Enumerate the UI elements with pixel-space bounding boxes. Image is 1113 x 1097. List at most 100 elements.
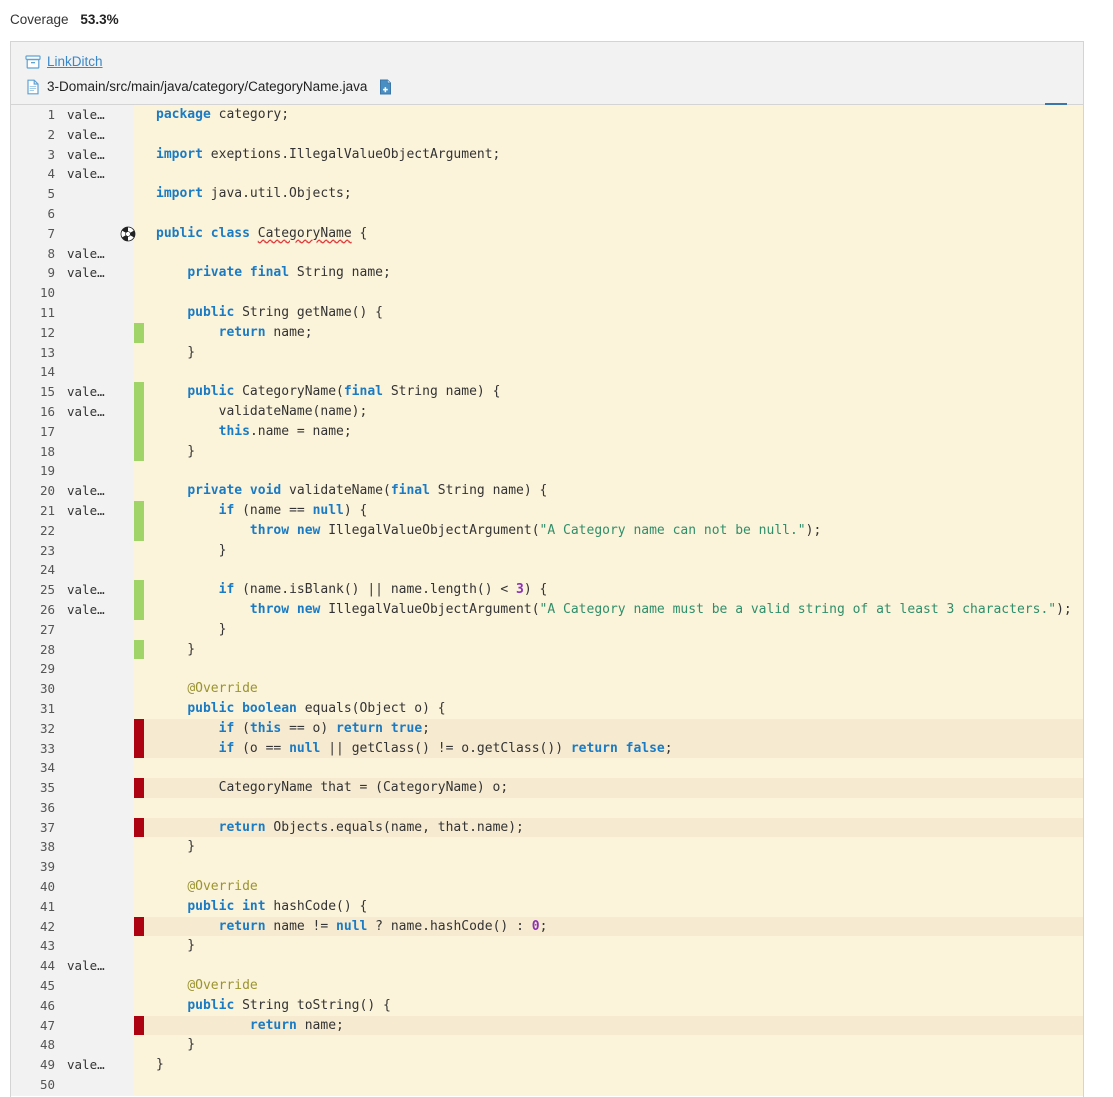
code-token: .name = name; — [249, 423, 352, 439]
code-line-text: return name; — [144, 1016, 1083, 1036]
blame-author[interactable]: vale… — [67, 244, 105, 264]
repo-link[interactable]: LinkDitch — [47, 54, 103, 69]
code-token: name != — [265, 918, 337, 934]
line-gutter: 19 — [11, 461, 134, 482]
coverage-marker-none — [134, 560, 144, 580]
code-line[interactable]: 26 vale… throw new IllegalValueObjectArgu… — [11, 599, 1083, 620]
blame-author[interactable]: vale… — [67, 382, 105, 402]
blame-author[interactable]: vale… — [67, 501, 105, 521]
code-line[interactable]: 50 — [11, 1075, 1083, 1095]
code-line-text: package category; — [144, 105, 1083, 125]
blame-author[interactable]: vale… — [67, 956, 105, 976]
blame-author[interactable]: vale… — [67, 1055, 105, 1075]
code-line[interactable]: 27 } — [11, 619, 1083, 640]
code-line-text: } — [144, 442, 1083, 462]
code-line[interactable]: 47 return name; — [11, 1015, 1083, 1036]
code-line[interactable]: 11 public String getName() { — [11, 302, 1083, 323]
code-line[interactable]: 32 if (this == o) return true; — [11, 718, 1083, 739]
line-number: 31 — [39, 700, 55, 716]
code-line[interactable]: 8 vale… — [11, 243, 1083, 264]
code-line[interactable]: 41 public int hashCode() { — [11, 896, 1083, 917]
blame-author[interactable]: vale… — [67, 402, 105, 422]
code-line[interactable]: 20 vale… private void validateName(final … — [11, 481, 1083, 501]
code-line[interactable]: 19 — [11, 461, 1083, 482]
blame-author[interactable]: vale… — [67, 263, 105, 283]
code-token: package — [156, 107, 211, 122]
code-token: String toString() { — [234, 997, 391, 1013]
line-number: 35 — [39, 780, 55, 796]
code-token: CategoryName that = (CategoryName) o; — [156, 780, 509, 796]
blame-author[interactable]: vale… — [67, 600, 105, 620]
code-line[interactable]: 31 public boolean equals(Object o) { — [11, 698, 1083, 719]
blame-author[interactable]: vale… — [67, 105, 105, 125]
code-line-text — [144, 362, 1083, 382]
code-line[interactable]: 30 @Override — [11, 679, 1083, 699]
code-line[interactable]: 48 } — [11, 1035, 1083, 1056]
code-line[interactable]: 34 — [11, 758, 1083, 779]
blame-author[interactable]: vale… — [67, 580, 105, 600]
code-line-text: public CategoryName(final String name) { — [144, 382, 1083, 402]
blame-author[interactable]: vale… — [67, 145, 105, 165]
code-token: name; — [265, 324, 313, 340]
coverage-marker-none — [134, 679, 144, 699]
code-line[interactable]: 10 — [11, 283, 1083, 303]
covered-line-marker — [134, 421, 144, 442]
code-line-text — [144, 798, 1083, 818]
code-line[interactable]: 18 } — [11, 441, 1083, 462]
code-line[interactable]: 7 public class CategoryName { — [11, 223, 1083, 244]
covered-line-marker — [134, 500, 144, 521]
code-line[interactable]: 5 import java.util.Objects; — [11, 184, 1083, 204]
code-line[interactable]: 9 vale… private final String name; — [11, 263, 1083, 284]
code-line[interactable]: 12 return name; — [11, 322, 1083, 343]
code-line[interactable]: 15 vale… public CategoryName(final String… — [11, 382, 1083, 402]
line-gutter: 33 — [11, 738, 134, 759]
code-line[interactable]: 21 vale… if (name == null) { — [11, 500, 1083, 521]
line-gutter: 24 — [11, 560, 134, 581]
code-line[interactable]: 13 } — [11, 342, 1083, 363]
code-line[interactable]: 6 — [11, 203, 1083, 224]
code-line[interactable]: 22 throw new IllegalValueObjectArgument(… — [11, 520, 1083, 541]
code-line[interactable]: 25 vale… if (name.isBlank() || name.lengt… — [11, 580, 1083, 600]
blame-author[interactable]: vale… — [67, 125, 105, 145]
code-line[interactable]: 16 vale… validateName(name); — [11, 401, 1083, 422]
line-number: 6 — [47, 205, 55, 221]
code-line[interactable]: 40 @Override — [11, 877, 1083, 897]
copy-file-icon[interactable] — [379, 79, 393, 95]
code-token: hashCode() { — [265, 898, 368, 914]
blame-author[interactable]: vale… — [67, 481, 105, 501]
code-line[interactable]: 28 } — [11, 639, 1083, 660]
code-token: final — [343, 384, 383, 400]
code-line[interactable]: 39 — [11, 857, 1083, 878]
code-line[interactable]: 24 — [11, 560, 1083, 581]
coverage-marker-none — [134, 699, 144, 719]
code-token: return false — [570, 740, 665, 756]
code-line[interactable]: 36 — [11, 797, 1083, 818]
code-line[interactable]: 2 vale… — [11, 124, 1083, 145]
code-token: ) { — [343, 502, 368, 518]
code-line[interactable]: 35 CategoryName that = (CategoryName) o; — [11, 778, 1083, 798]
code-line[interactable]: 44 vale… — [11, 956, 1083, 977]
code-line[interactable]: 38 } — [11, 837, 1083, 858]
code-line[interactable]: 4 vale… — [11, 164, 1083, 185]
blame-author[interactable]: vale… — [67, 164, 105, 184]
code-viewer[interactable]: 1 vale… package category; 2 vale… 3 vale… impor… — [11, 105, 1083, 1096]
code-line[interactable]: 14 — [11, 362, 1083, 383]
code-line[interactable]: 43 } — [11, 936, 1083, 957]
code-line[interactable]: 23 } — [11, 540, 1083, 561]
mutation-coverage-icon[interactable] — [120, 226, 136, 242]
coverage-marker-none — [134, 362, 144, 382]
code-token: } — [156, 839, 196, 855]
code-line[interactable]: 45 @Override — [11, 976, 1083, 996]
code-line[interactable]: 3 vale… import exeptions.IllegalValueObjec… — [11, 144, 1083, 165]
coverage-marker-none — [134, 204, 144, 224]
code-line[interactable]: 1 vale… package category; — [11, 105, 1083, 125]
code-line[interactable]: 49 vale…} — [11, 1055, 1083, 1076]
code-line[interactable]: 17 this.name = name; — [11, 421, 1083, 442]
code-line[interactable]: 42 return name != null ? name.hashCode()… — [11, 916, 1083, 937]
code-line[interactable]: 37 return Objects.equals(name, that.name… — [11, 817, 1083, 838]
line-number: 40 — [39, 879, 55, 895]
code-line[interactable]: 46 public String toString() { — [11, 995, 1083, 1016]
code-line[interactable]: 29 — [11, 659, 1083, 680]
code-line[interactable]: 33 if (o == null || getClass() != o.getC… — [11, 738, 1083, 759]
